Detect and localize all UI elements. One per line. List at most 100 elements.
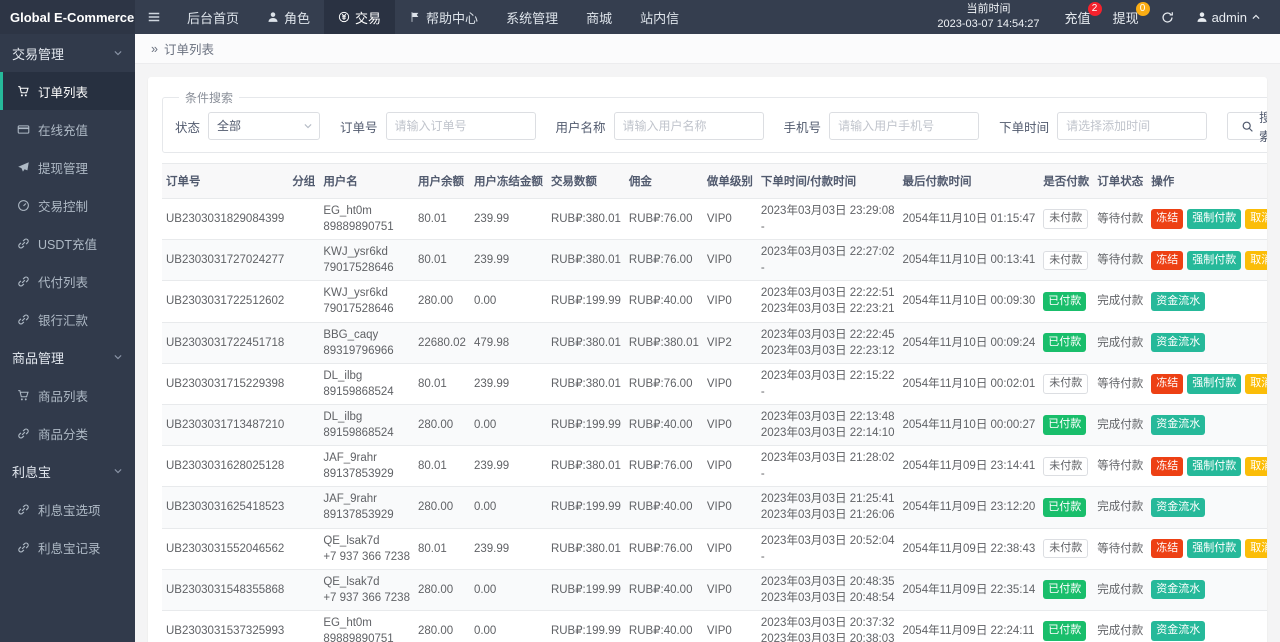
- table-row: UB2303031727024277KWJ_ysr6kd790175286468…: [162, 240, 1267, 281]
- withdraw-link[interactable]: 提现 0: [1102, 0, 1150, 34]
- sidebar-item-goods-list[interactable]: 商品列表: [0, 376, 135, 414]
- cell-order-no: UB2303031552046562: [162, 528, 288, 569]
- nav-item-trade[interactable]: 交易: [324, 0, 395, 34]
- force-pay-button[interactable]: 强制付款: [1187, 209, 1241, 228]
- freeze-button[interactable]: 冻结: [1151, 209, 1183, 228]
- breadcrumb-symbol: »: [151, 42, 158, 56]
- cell-order-pay-time: 2023年03月03日 21:28:02-: [757, 446, 899, 487]
- fund-flow-button[interactable]: 资金流水: [1151, 498, 1205, 517]
- cell-order-no: UB2303031722451718: [162, 322, 288, 363]
- sidebar-item-goods-manage[interactable]: 商品管理: [0, 338, 135, 376]
- cell-last-pay-time: 2054年11月09日 23:12:20: [899, 487, 1040, 528]
- nav-item-role[interactable]: 角色: [253, 0, 324, 34]
- flag-icon: [409, 11, 421, 23]
- sidebar-item-label: 商品管理: [12, 348, 64, 367]
- hamburger-icon: [147, 10, 161, 24]
- sidebar-item-trade-manage[interactable]: 交易管理: [0, 34, 135, 72]
- user-menu[interactable]: admin: [1185, 0, 1272, 34]
- nav-item-label: 交易: [355, 8, 381, 27]
- sidebar-item-order-list[interactable]: 订单列表: [0, 72, 135, 110]
- cancel-order-button[interactable]: 取消订单: [1245, 251, 1267, 270]
- sidebar-item-label: 商品列表: [38, 386, 88, 405]
- cell-order-status: 等待付款: [1093, 240, 1147, 281]
- force-pay-button[interactable]: 强制付款: [1187, 457, 1241, 476]
- nav-item-help-center[interactable]: 帮助中心: [395, 0, 492, 34]
- sidebar-toggle-button[interactable]: [135, 0, 173, 34]
- cell-last-pay-time: 2054年11月10日 00:09:30: [899, 281, 1040, 322]
- cancel-order-button[interactable]: 取消订单: [1245, 209, 1267, 228]
- phone-input[interactable]: [829, 112, 979, 140]
- cell-trade-amount: RUB₽:380.01: [547, 528, 625, 569]
- nav-item-site-message[interactable]: 站内信: [626, 0, 693, 34]
- cell-username: EG_ht0m89889890751: [319, 199, 414, 240]
- main-content: » 订单列表 条件搜索 状态 全部 订单号 用户名称: [135, 34, 1280, 642]
- fund-flow-button[interactable]: 资金流水: [1151, 415, 1205, 434]
- fund-flow-button[interactable]: 资金流水: [1151, 333, 1205, 352]
- order-time-input[interactable]: [1057, 112, 1207, 140]
- cell-trade-amount: RUB₽:380.01: [547, 199, 625, 240]
- cell-actions: 冻结强制付款取消订单: [1147, 363, 1267, 404]
- cell-last-pay-time: 2054年11月10日 00:09:24: [899, 322, 1040, 363]
- status-select[interactable]: 全部: [208, 112, 320, 140]
- sidebar-item-goods-category[interactable]: 商品分类: [0, 414, 135, 452]
- cell-balance: 80.01: [414, 363, 470, 404]
- sidebar-item-lixibao[interactable]: 利息宝: [0, 452, 135, 490]
- cell-actions: 冻结强制付款取消订单: [1147, 528, 1267, 569]
- fund-flow-button[interactable]: 资金流水: [1151, 580, 1205, 599]
- send-icon: [16, 161, 30, 174]
- cell-order-no: UB2303031727024277: [162, 240, 288, 281]
- freeze-button[interactable]: 冻结: [1151, 374, 1183, 393]
- sidebar-item-bank-remit[interactable]: 银行汇款: [0, 300, 135, 338]
- fund-flow-button[interactable]: 资金流水: [1151, 621, 1205, 640]
- link-icon: [16, 541, 30, 554]
- cell-frozen-amount: 239.99: [470, 240, 547, 281]
- sidebar-item-trade-control[interactable]: 交易控制: [0, 186, 135, 224]
- table-body: UB2303031829084399EG_ht0m8988989075180.0…: [162, 199, 1267, 642]
- search-button[interactable]: 搜索: [1227, 112, 1267, 140]
- recharge-label: 充值: [1065, 8, 1091, 27]
- cell-group: [288, 487, 319, 528]
- force-pay-button[interactable]: 强制付款: [1187, 539, 1241, 558]
- cell-username: DL_ilbg89159868524: [319, 363, 414, 404]
- link-icon: [16, 503, 30, 516]
- refresh-button[interactable]: [1150, 0, 1185, 34]
- sidebar-item-online-recharge[interactable]: 在线充值: [0, 110, 135, 148]
- sidebar-item-usdt-recharge[interactable]: USDT充值: [0, 224, 135, 262]
- order-no-input[interactable]: [386, 112, 536, 140]
- recharge-link[interactable]: 充值 2: [1054, 0, 1102, 34]
- freeze-button[interactable]: 冻结: [1151, 251, 1183, 270]
- paid-status-tag: 已付款: [1043, 621, 1086, 640]
- freeze-button[interactable]: 冻结: [1151, 539, 1183, 558]
- sidebar-item-lixibao-records[interactable]: 利息宝记录: [0, 528, 135, 566]
- username: admin: [1212, 10, 1247, 25]
- cell-balance: 280.00: [414, 610, 470, 642]
- table-row: UB2303031715229398DL_ilbg8915986852480.0…: [162, 363, 1267, 404]
- nav-item-system-manage[interactable]: 系统管理: [492, 0, 572, 34]
- paid-status-tag: 已付款: [1043, 580, 1086, 599]
- order-time-label: 下单时间: [999, 117, 1049, 136]
- cell-group: [288, 363, 319, 404]
- freeze-button[interactable]: 冻结: [1151, 457, 1183, 476]
- username-input[interactable]: [614, 112, 764, 140]
- fund-flow-button[interactable]: 资金流水: [1151, 292, 1205, 311]
- column-header: 分组: [288, 164, 319, 199]
- sidebar-item-daifu-list[interactable]: 代付列表: [0, 262, 135, 300]
- username-label: 用户名称: [556, 117, 606, 136]
- cancel-order-button[interactable]: 取消订单: [1245, 539, 1267, 558]
- coin-icon: [338, 11, 350, 23]
- table-row: UB2303031722451718BBG_caqy89319796966226…: [162, 322, 1267, 363]
- order-list-card: 条件搜索 状态 全部 订单号 用户名称 手: [148, 77, 1267, 642]
- cell-order-no: UB2303031628025128: [162, 446, 288, 487]
- sidebar-item-label: 银行汇款: [38, 310, 88, 329]
- sidebar-item-lixibao-options[interactable]: 利息宝选项: [0, 490, 135, 528]
- cancel-order-button[interactable]: 取消订单: [1245, 457, 1267, 476]
- column-header: 是否付款: [1039, 164, 1093, 199]
- cell-username: JAF_9rahr89137853929: [319, 446, 414, 487]
- cell-frozen-amount: 0.00: [470, 281, 547, 322]
- nav-item-home[interactable]: 后台首页: [173, 0, 253, 34]
- cancel-order-button[interactable]: 取消订单: [1245, 374, 1267, 393]
- sidebar-item-withdraw-manage[interactable]: 提现管理: [0, 148, 135, 186]
- nav-item-mall[interactable]: 商城: [572, 0, 626, 34]
- force-pay-button[interactable]: 强制付款: [1187, 251, 1241, 270]
- force-pay-button[interactable]: 强制付款: [1187, 374, 1241, 393]
